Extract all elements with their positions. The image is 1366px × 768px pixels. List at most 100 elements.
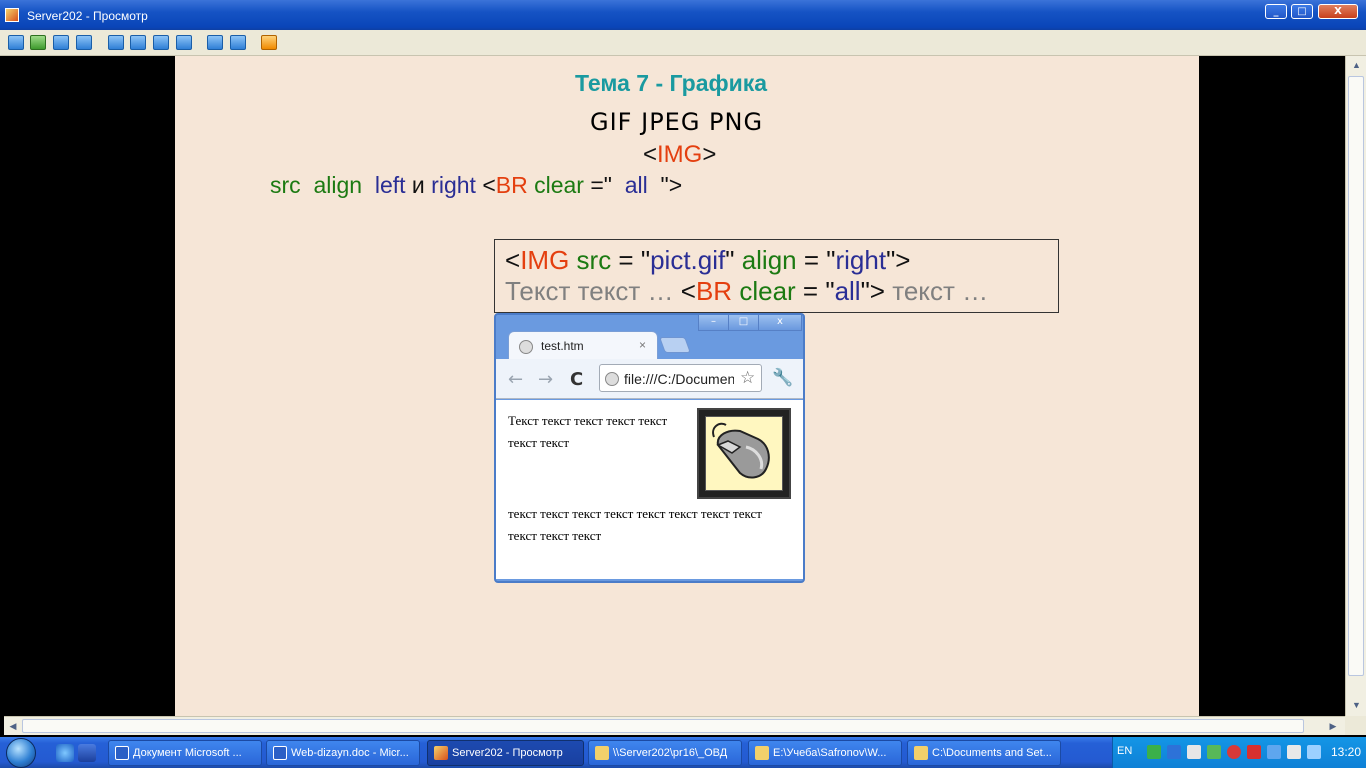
attr-left: left: [374, 172, 406, 198]
sync-icon[interactable]: [1207, 745, 1221, 759]
windows-logo-icon: [6, 738, 36, 768]
browser-minimize-button[interactable]: –: [698, 315, 729, 331]
display-icon[interactable]: [1267, 745, 1281, 759]
phone-icon[interactable]: [53, 35, 69, 50]
attr-all: all: [624, 172, 648, 198]
task-folder-safronov[interactable]: E:\Учеба\Safronov\W...: [748, 740, 902, 766]
attr-and: и: [411, 172, 425, 198]
message-icon[interactable]: [76, 35, 92, 50]
browser-maximize-button[interactable]: □: [728, 315, 759, 331]
code-right: right: [835, 245, 887, 275]
task-label: \\Server202\pr16\_ОВД: [613, 747, 728, 759]
address-bar[interactable]: file:///C:/Documents ☆: [599, 364, 762, 392]
browser-close-button[interactable]: x: [758, 315, 802, 331]
image-formats: GIF JPEG PNG: [590, 108, 764, 136]
code-src: src: [576, 245, 612, 275]
forward-icon[interactable]: →: [538, 369, 553, 390]
volume-icon[interactable]: [1287, 745, 1301, 759]
word-icon: [273, 746, 287, 760]
new-tab-button[interactable]: [659, 337, 691, 353]
folder-icon: [595, 746, 609, 760]
code-eq1: = ": [611, 245, 651, 275]
antivirus-icon[interactable]: [1227, 745, 1241, 759]
horizontal-scroll-thumb[interactable]: [22, 719, 1304, 733]
window-titlebar: Server202 - Просмотр _ □ X: [0, 0, 1366, 30]
browser-page: Текст текст текст текст текст текст текс…: [496, 400, 803, 579]
network-icon[interactable]: [1147, 745, 1161, 759]
refresh-icon[interactable]: [176, 35, 192, 50]
device-icon[interactable]: [1187, 745, 1201, 759]
maximize-button[interactable]: □: [1291, 4, 1313, 19]
vertical-scroll-thumb[interactable]: [1348, 76, 1364, 676]
language-indicator[interactable]: EN: [1117, 745, 1132, 757]
scroll-up-icon[interactable]: ▲: [1349, 58, 1364, 73]
task-label: Server202 - Просмотр: [452, 747, 563, 759]
wrench-icon[interactable]: 🔧: [772, 368, 793, 388]
browser-navbar: ← → C file:///C:/Documents ☆ 🔧: [496, 359, 803, 399]
fullscreen-icon[interactable]: [8, 35, 24, 50]
task-label: E:\Учеба\Safronov\W...: [773, 747, 887, 759]
attr-src: src: [270, 172, 301, 198]
close-button[interactable]: X: [1318, 4, 1358, 19]
task-label: Документ Microsoft ...: [133, 747, 242, 759]
reload-icon[interactable]: C: [570, 369, 583, 390]
horizontal-scrollbar[interactable]: ◀ ▶: [4, 716, 1345, 735]
code-q1: ": [725, 245, 742, 275]
monitor-icon[interactable]: [1167, 745, 1181, 759]
usb-icon[interactable]: [1307, 745, 1321, 759]
settings-icon[interactable]: [230, 35, 246, 50]
attr-eq: =": [590, 172, 612, 198]
code-all: all: [834, 276, 861, 306]
browser-window-buttons: – □ x: [698, 315, 802, 331]
task-server202[interactable]: Server202 - Просмотр: [427, 740, 584, 766]
bookmark-star-icon[interactable]: ☆: [740, 368, 755, 388]
code-example-box: <IMG src = "pict.gif" align = "right"> Т…: [494, 239, 1059, 313]
scroll-left-icon[interactable]: ◀: [6, 719, 20, 733]
back-icon[interactable]: ←: [508, 369, 523, 390]
paragraph-2: текст текст текст текст текст текст текс…: [508, 506, 762, 543]
word-quicklaunch-icon[interactable]: [78, 744, 96, 762]
window-title: Server202 - Просмотр: [27, 9, 148, 23]
scroll-right-icon[interactable]: ▶: [1326, 719, 1340, 733]
task-web-dizayn[interactable]: Web-dizayn.doc - Micr...: [266, 740, 420, 766]
task-folder-ovd[interactable]: \\Server202\pr16\_ОВД: [588, 740, 742, 766]
attr-right: right: [431, 172, 476, 198]
disconnect-icon[interactable]: [261, 35, 277, 50]
attr-clear: clear: [534, 172, 584, 198]
scale-icon[interactable]: [153, 35, 169, 50]
ie-icon[interactable]: [56, 744, 74, 762]
folder-icon: [755, 746, 769, 760]
task-documents-settings[interactable]: C:\Documents and Set...: [907, 740, 1061, 766]
window-icon[interactable]: [108, 35, 124, 50]
scroll-down-icon[interactable]: ▼: [1349, 698, 1364, 713]
clock: 13:20: [1331, 745, 1362, 759]
fit-icon[interactable]: [130, 35, 146, 50]
code-line-2: Текст текст … <BR clear = "all"> текст …: [505, 276, 988, 307]
viewer-icon: [434, 746, 448, 760]
task-word-document[interactable]: Документ Microsoft ...: [108, 740, 262, 766]
mouse-icon: [712, 422, 770, 479]
globe-icon: [519, 340, 533, 354]
copy-icon[interactable]: [207, 35, 223, 50]
img-tag-name: IMG: [657, 141, 703, 168]
tab-close-icon[interactable]: ×: [639, 338, 646, 352]
word-icon: [115, 746, 129, 760]
taskbar: Документ Microsoft ... Web-dizayn.doc - …: [0, 737, 1366, 768]
folder-icon: [914, 746, 928, 760]
attr-end: ">: [660, 172, 683, 198]
code-pict: pict.gif: [650, 245, 726, 275]
start-button[interactable]: [0, 737, 44, 768]
browser-tab[interactable]: test.htm ×: [508, 331, 658, 359]
code-eq3: = ": [795, 276, 835, 306]
code-align: align: [741, 245, 797, 275]
vertical-scrollbar[interactable]: ▲ ▼: [1345, 56, 1366, 716]
mouse-image-frame: [705, 416, 783, 491]
system-tray: EN 13:20: [1112, 737, 1366, 768]
code-clear: clear: [739, 276, 796, 306]
minimize-button[interactable]: _: [1265, 4, 1287, 19]
chat-icon[interactable]: [30, 35, 46, 50]
code-line-1: <IMG src = "pict.gif" align = "right">: [505, 245, 911, 276]
code-end1: ">: [886, 245, 911, 275]
code-br: BR: [695, 276, 733, 306]
shield-icon[interactable]: [1247, 745, 1261, 759]
